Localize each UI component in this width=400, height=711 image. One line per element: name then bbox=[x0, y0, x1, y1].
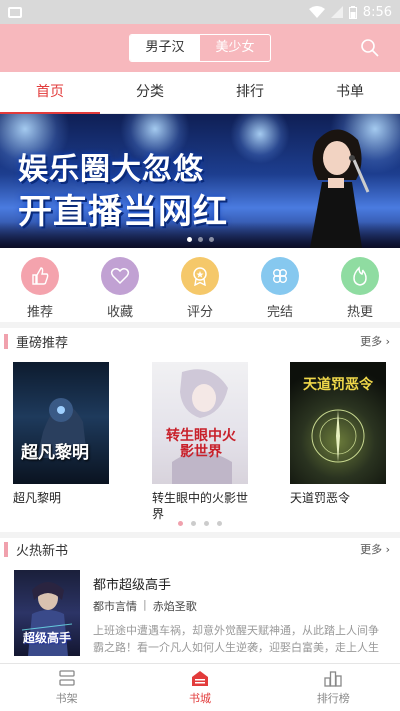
cover-art bbox=[172, 369, 232, 484]
bottom-nav: 书架 书城 排行榜 bbox=[0, 663, 400, 711]
section-accent bbox=[4, 333, 8, 349]
nav-label: 书架 bbox=[55, 692, 78, 705]
book-author: 赤焰圣歌 bbox=[152, 600, 197, 613]
recommend-pager bbox=[0, 521, 400, 526]
entry-rating[interactable]: 评分 bbox=[160, 248, 240, 322]
book-title: 超凡黎明 bbox=[13, 491, 62, 505]
banner-title-line2: 开直播当网红 bbox=[18, 192, 228, 232]
pager-dot bbox=[204, 521, 209, 526]
meta-separator: | bbox=[143, 598, 147, 611]
ranking-icon bbox=[324, 671, 342, 687]
header: 男子汉 美少女 bbox=[0, 24, 400, 72]
tab-category[interactable]: 分类 bbox=[100, 72, 200, 113]
rating-badge-icon bbox=[181, 257, 219, 295]
more-link[interactable]: 更多 › bbox=[360, 541, 390, 557]
entry-hot-update[interactable]: 热更 bbox=[320, 248, 400, 322]
segment-male[interactable]: 男子汉 bbox=[130, 35, 200, 61]
book-description: 上班途中遭遇车祸，却意外觉醒天赋神通，从此踏上人间争霸之路！看一介凡人如何人生逆… bbox=[93, 624, 379, 654]
book-card[interactable]: 超凡黎明 超凡黎明 bbox=[13, 362, 113, 506]
entry-recommend[interactable]: 推荐 bbox=[0, 248, 80, 322]
indicator-dot bbox=[186, 237, 192, 242]
entry-completed[interactable]: 完结 bbox=[240, 248, 320, 322]
book-cover: 转生眼中火影世界 bbox=[152, 362, 248, 484]
clock: 8:56 bbox=[362, 4, 392, 20]
tab-ranking[interactable]: 排行 bbox=[200, 72, 300, 113]
heart-icon bbox=[101, 257, 139, 295]
section-header-new-books: 火热新书 更多 › bbox=[0, 536, 400, 562]
nav-label: 排行榜 bbox=[316, 692, 350, 705]
nav-ranking[interactable]: 排行榜 bbox=[267, 664, 400, 711]
tab-booklist[interactable]: 书单 bbox=[300, 72, 400, 113]
bookstore-icon bbox=[191, 671, 208, 686]
cover-title: 超级高手 bbox=[22, 631, 71, 645]
book-title: 转生眼中的火影世界 bbox=[152, 491, 249, 521]
book-card[interactable]: 转生眼中火影世界 转生眼中的火影世界 bbox=[152, 362, 252, 522]
thumbs-up-icon bbox=[21, 257, 59, 295]
cover-title: 天道罚恶令 bbox=[303, 377, 373, 393]
entry-label: 推荐 bbox=[26, 305, 53, 320]
nav-bookshelf[interactable]: 书架 bbox=[0, 664, 133, 711]
more-label: 更多 bbox=[360, 543, 383, 556]
pager-dot bbox=[191, 521, 196, 526]
book-category: 都市言情 bbox=[93, 600, 137, 613]
status-bar: 8:56 bbox=[0, 0, 400, 24]
more-link[interactable]: 更多 › bbox=[360, 333, 390, 349]
entry-label: 热更 bbox=[346, 305, 373, 320]
cover-title: 转生眼中火影世界 bbox=[166, 428, 236, 460]
section-title: 重磅推荐 bbox=[16, 335, 69, 351]
clover-icon bbox=[261, 257, 299, 295]
pager-dot bbox=[178, 521, 183, 526]
flame-icon bbox=[341, 257, 379, 295]
wifi-icon bbox=[308, 6, 325, 18]
section-title: 火热新书 bbox=[16, 543, 69, 559]
banner-title-line1: 娱乐圈大忽悠 bbox=[18, 152, 204, 187]
new-book-item[interactable]: 超级高手 都市超级高手 都市言情 | 赤焰圣歌 上班途中遭遇车祸，却意外觉醒天赋… bbox=[0, 566, 400, 660]
indicator-dot bbox=[197, 237, 203, 242]
book-meta: 都市言情 | 赤焰圣歌 bbox=[93, 598, 197, 614]
nav-label: 书城 bbox=[188, 692, 211, 705]
entry-label: 完结 bbox=[266, 305, 293, 320]
cover-art bbox=[37, 398, 87, 458]
search-icon[interactable] bbox=[360, 38, 380, 58]
book-card[interactable]: 天道罚恶令 天道罚恶令 bbox=[290, 362, 390, 506]
nav-bookstore[interactable]: 书城 bbox=[133, 664, 266, 711]
section-header-recommend: 重磅推荐 更多 › bbox=[0, 328, 400, 354]
tab-home[interactable]: 首页 bbox=[0, 72, 100, 114]
book-title: 都市超级高手 bbox=[93, 578, 172, 593]
top-tabs: 首页 分类 排行 书单 bbox=[0, 72, 400, 114]
signal-icon bbox=[330, 6, 343, 18]
battery-icon bbox=[348, 5, 357, 19]
indicator-dot bbox=[208, 237, 214, 242]
section-accent bbox=[4, 541, 8, 557]
more-label: 更多 bbox=[360, 335, 383, 348]
book-cover: 超凡黎明 bbox=[13, 362, 109, 484]
segment-female[interactable]: 美少女 bbox=[200, 35, 270, 61]
entry-label: 评分 bbox=[186, 305, 213, 320]
gender-switch: 男子汉 美少女 bbox=[129, 34, 271, 62]
stage-light bbox=[230, 114, 290, 164]
book-title: 天道罚恶令 bbox=[290, 491, 351, 505]
entry-label: 收藏 bbox=[106, 305, 133, 320]
cover-title: 超凡黎明 bbox=[21, 443, 89, 463]
bookshelf-icon bbox=[59, 670, 75, 686]
book-cover: 天道罚恶令 bbox=[290, 362, 386, 484]
entry-favorites[interactable]: 收藏 bbox=[80, 248, 160, 322]
pager-dot bbox=[217, 521, 222, 526]
notification-icon bbox=[8, 6, 22, 18]
book-cover: 超级高手 bbox=[14, 570, 80, 656]
quick-entries: 推荐 收藏 评分 完结 热更 bbox=[0, 248, 400, 322]
banner-carousel[interactable]: 娱乐圈大忽悠 开直播当网红 bbox=[0, 114, 400, 248]
banner-indicator bbox=[0, 237, 400, 242]
singer-image bbox=[310, 129, 370, 248]
